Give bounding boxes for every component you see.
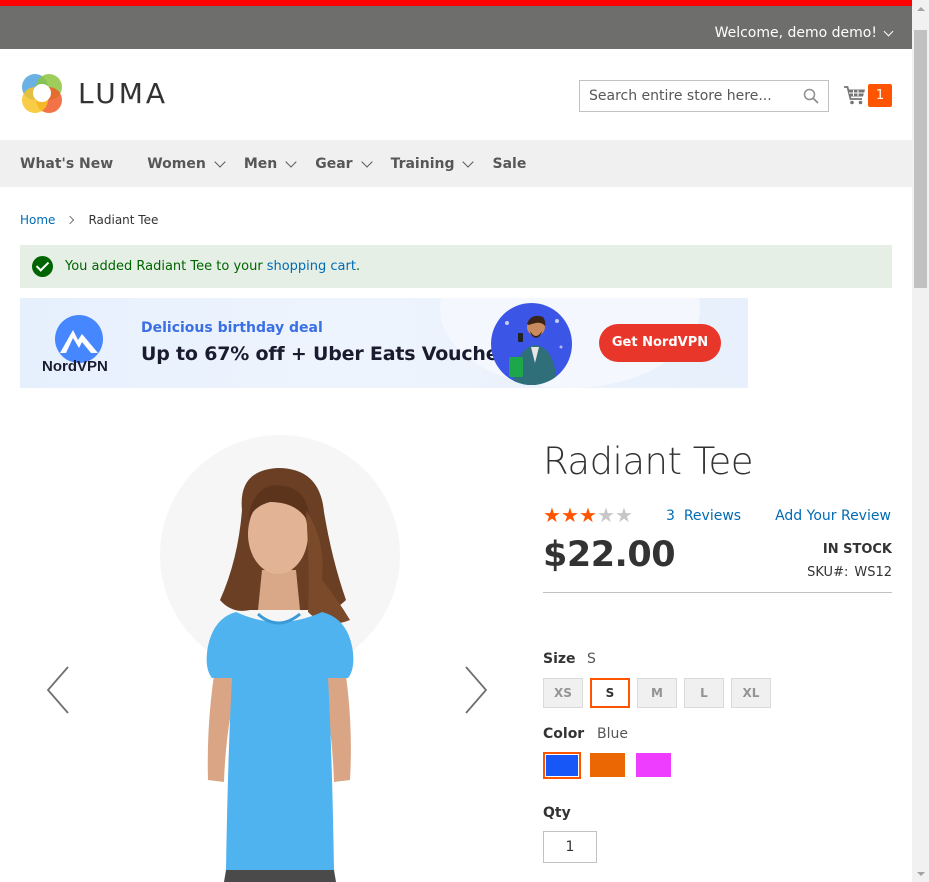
qty-label: Qty <box>543 805 571 821</box>
scroll-down-icon[interactable] <box>912 865 929 882</box>
search-box <box>579 80 829 112</box>
panel-header: Welcome, demo demo! <box>0 6 912 49</box>
nav-item-whats-new[interactable]: What's New <box>20 156 113 172</box>
size-label: Size <box>543 651 576 667</box>
size-selected-value: S <box>587 651 596 667</box>
product-info: Radiant Tee ★ ★ ★ ★ ★ 3 Reviews Add Your… <box>543 440 892 863</box>
size-option-xs[interactable]: XS <box>543 678 583 708</box>
scroll-up-icon[interactable] <box>912 0 929 17</box>
luma-logo-icon <box>22 74 62 113</box>
welcome-text: Welcome, demo demo! <box>714 25 877 41</box>
breadcrumb: Home Radiant Tee <box>20 213 158 227</box>
color-label: Color <box>543 726 585 742</box>
minicart[interactable]: 1 <box>843 83 893 109</box>
cart-counter-badge: 1 <box>868 84 892 107</box>
reviews-link[interactable]: 3 Reviews <box>666 508 741 524</box>
star-icon: ★ <box>579 505 597 527</box>
message-suffix: . <box>355 259 361 274</box>
person-illustration <box>505 315 563 385</box>
nav-item-women[interactable]: Women <box>147 155 226 172</box>
sku-label: SKU#: <box>807 565 849 580</box>
stock-status: IN STOCK <box>822 542 892 557</box>
nav-item-men[interactable]: Men <box>243 155 297 172</box>
reviews-label: Reviews <box>683 508 742 524</box>
star-icon: ★ <box>561 505 579 527</box>
chevron-down-icon <box>285 155 297 168</box>
star-icon: ★ <box>615 505 633 527</box>
divider <box>543 592 892 593</box>
breadcrumb-current: Radiant Tee <box>88 213 159 227</box>
chevron-right-icon <box>66 215 75 225</box>
size-option-xl[interactable]: XL <box>731 678 771 708</box>
size-option-m[interactable]: M <box>637 678 677 708</box>
color-option-blue[interactable] <box>543 752 581 779</box>
size-swatches: XS S M L XL <box>543 678 778 708</box>
chevron-down-icon <box>883 26 894 36</box>
scrollbar-thumb[interactable] <box>914 30 927 288</box>
cart-icon <box>844 86 865 105</box>
search-input[interactable] <box>580 81 790 111</box>
product-gallery <box>20 430 500 882</box>
nav-item-label: What's New <box>20 155 114 172</box>
shopping-cart-link[interactable]: shopping cart <box>267 259 356 274</box>
ad-cta-button[interactable]: Get NordVPN <box>599 324 721 362</box>
nav-item-gear[interactable]: Gear <box>315 155 373 172</box>
size-option-l[interactable]: L <box>684 678 724 708</box>
product-price: $22.00 <box>543 535 676 575</box>
nav-item-label: Sale <box>492 155 527 172</box>
breadcrumb-home-link[interactable]: Home <box>20 213 55 227</box>
chevron-down-icon <box>214 155 226 168</box>
color-option-orange[interactable] <box>590 753 625 777</box>
message-text: You added Radiant Tee to your <box>65 259 263 274</box>
vertical-scrollbar[interactable] <box>912 0 929 882</box>
ad-person-image <box>491 303 572 385</box>
color-swatches <box>543 752 682 779</box>
nav-item-label: Men <box>243 155 278 172</box>
chevron-down-icon <box>360 155 373 168</box>
star-icon: ★ <box>597 505 615 527</box>
product-sku: SKU#: WS12 <box>807 565 892 580</box>
gallery-next-icon[interactable] <box>460 665 490 715</box>
ad-banner[interactable]: NordVPN Delicious birthday deal Up to 67… <box>20 298 748 388</box>
nav-item-label: Women <box>147 155 206 172</box>
ad-eyebrow: Delicious birthday deal <box>141 320 323 336</box>
product-title: Radiant Tee <box>543 440 754 483</box>
checkmark-circle-icon <box>32 256 53 277</box>
success-message: You added Radiant Tee to your shopping c… <box>20 245 892 288</box>
chevron-down-icon <box>462 155 475 168</box>
star-icon: ★ <box>543 505 561 527</box>
ad-headline: Up to 67% off + Uber Eats Voucher <box>141 343 508 365</box>
product-photo[interactable] <box>150 450 410 882</box>
nav-item-label: Training <box>390 155 455 172</box>
store-logo[interactable]: LUMA <box>20 71 168 115</box>
reviews-summary: ★ ★ ★ ★ ★ 3 Reviews Add Your Review <box>543 506 892 526</box>
sku-value: WS12 <box>854 565 892 580</box>
customer-menu[interactable]: Welcome, demo demo! <box>714 25 894 41</box>
color-selected-value: Blue <box>597 726 628 742</box>
color-option-purple[interactable] <box>636 753 671 777</box>
logo-text: LUMA <box>78 76 169 110</box>
gallery-prev-icon[interactable] <box>44 665 74 715</box>
product-page: Welcome, demo demo! LUMA Search entire s… <box>0 0 912 882</box>
rating-stars: ★ ★ ★ ★ ★ <box>543 506 633 526</box>
reviews-count: 3 <box>666 508 675 524</box>
add-review-link[interactable]: Add Your Review <box>775 508 891 524</box>
ad-brand-name: NordVPN <box>42 358 108 375</box>
qty-input[interactable]: 1 <box>543 831 597 863</box>
nav-item-sale[interactable]: Sale <box>492 156 526 172</box>
nav-item-training[interactable]: Training <box>390 155 475 172</box>
size-option-s[interactable]: S <box>590 678 630 708</box>
search-icon[interactable] <box>803 88 819 104</box>
main-navigation: What's New Women Men Gear Training Sale <box>0 140 912 187</box>
nav-item-label: Gear <box>315 155 353 172</box>
